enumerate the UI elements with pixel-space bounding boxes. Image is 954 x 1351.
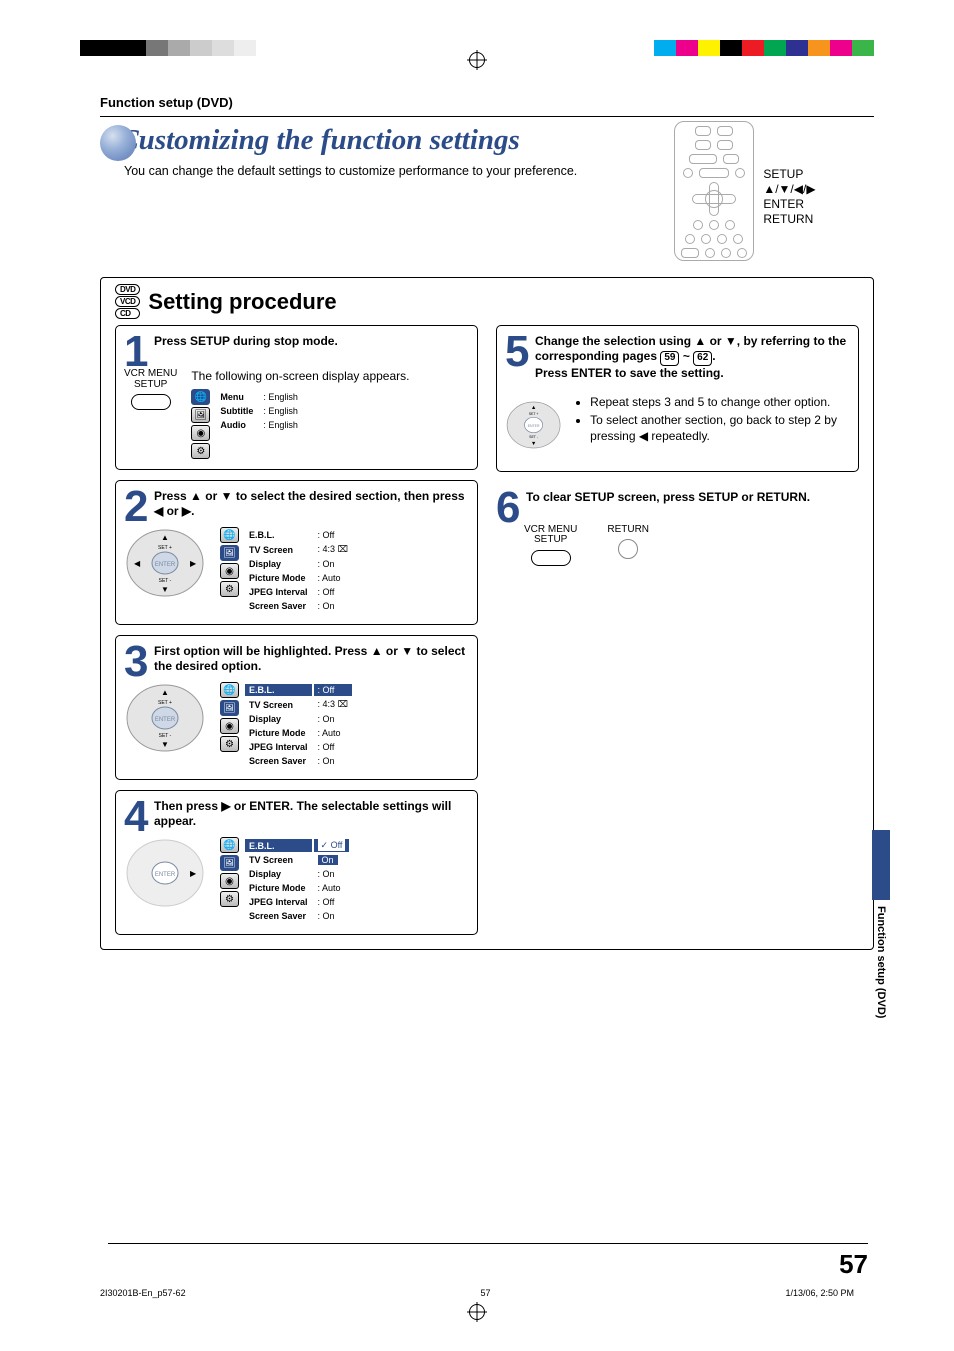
svg-text:SET +: SET + xyxy=(158,545,172,551)
step-6: 6 To clear SETUP screen, press SETUP or … xyxy=(496,482,859,576)
label-arrows: ▲/▼/◀/▶ xyxy=(763,182,815,197)
print-footer: 2I30201B-En_p57-62 57 1/13/06, 2:50 PM xyxy=(100,1288,854,1298)
registration-mark-icon xyxy=(469,1304,485,1320)
label-enter: ENTER xyxy=(763,197,815,212)
dpad-graphic: ENTER ▲ ▼ SET + SET - xyxy=(124,682,206,754)
step-2: 2 Press ▲ or ▼ to select the desired sec… xyxy=(115,480,478,625)
svg-text:ENTER: ENTER xyxy=(528,424,540,428)
remote-illustration xyxy=(674,121,754,261)
page-subtitle: You can change the default settings to c… xyxy=(124,163,644,180)
dpad-graphic: ENTER ▲ ▼ ◀ ▶ SET + SET - xyxy=(124,527,206,599)
audio-icon: ◉ xyxy=(191,425,210,441)
procedure-title: Setting procedure xyxy=(148,289,336,315)
step-number: 4 xyxy=(124,799,145,834)
svg-text:SET +: SET + xyxy=(158,700,172,706)
step-number: 3 xyxy=(124,644,145,679)
svg-text:▶: ▶ xyxy=(190,559,197,568)
svg-text:▲: ▲ xyxy=(531,404,537,410)
step-title: To clear SETUP screen, press SETUP or RE… xyxy=(526,490,849,505)
registration-mark-icon xyxy=(469,52,485,68)
audio-icon: ◉ xyxy=(220,873,239,889)
remote-callout-labels: SETUP ▲/▼/◀/▶ ENTER RETURN xyxy=(763,167,815,227)
svg-text:SET -: SET - xyxy=(159,578,172,584)
svg-text:▼: ▼ xyxy=(161,585,169,594)
label-setup: SETUP xyxy=(763,167,815,182)
picture-icon: 🖼 xyxy=(220,700,239,716)
osd-menu-2: E.B.L.: Off TV Screen: 4:3 Display: On P… xyxy=(243,527,354,614)
step-title: First option will be highlighted. Press … xyxy=(154,644,467,674)
svg-text:ENTER: ENTER xyxy=(155,717,176,723)
audio-icon: ◉ xyxy=(220,563,239,579)
svg-text:▲: ▲ xyxy=(161,533,169,542)
svg-text:SET -: SET - xyxy=(529,435,538,439)
picture-icon: 🖼 xyxy=(191,407,210,423)
step-title: Press SETUP during stop mode. xyxy=(154,334,467,349)
thumb-index-tab: Function setup (DVD) xyxy=(872,830,890,1018)
misc-icon: ⚙ xyxy=(220,891,239,907)
step-number: 6 xyxy=(496,490,517,525)
picture-icon: 🖼 xyxy=(220,545,239,561)
svg-text:SET +: SET + xyxy=(529,412,539,416)
svg-text:▼: ▼ xyxy=(531,441,537,447)
globe-icon: 🌐 xyxy=(220,682,239,698)
audio-icon: ◉ xyxy=(220,718,239,734)
picture-icon: 🖼 xyxy=(220,855,239,871)
step-number: 1 xyxy=(124,334,145,369)
page-content: Function setup (DVD) Customizing the fun… xyxy=(0,70,954,960)
misc-icon: ⚙ xyxy=(220,581,239,597)
svg-text:▼: ▼ xyxy=(161,740,169,749)
procedure-box: DVD VCD CD Setting procedure 1 Press SET… xyxy=(100,277,874,950)
globe-icon: 🌐 xyxy=(220,837,239,853)
disc-type-badges: DVD VCD CD xyxy=(115,284,140,319)
step-3: 3 First option will be highlighted. Pres… xyxy=(115,635,478,780)
color-swatches-left xyxy=(80,40,256,56)
step-5: 5 Change the selection using ▲ or ▼, by … xyxy=(496,325,859,472)
globe-icon: 🌐 xyxy=(191,389,210,405)
globe-icon: 🌐 xyxy=(220,527,239,543)
step-title: Then press ▶ or ENTER. The selectable se… xyxy=(154,799,467,829)
svg-text:▶: ▶ xyxy=(190,869,197,878)
svg-text:ENTER: ENTER xyxy=(155,562,176,568)
misc-icon: ⚙ xyxy=(220,736,239,752)
svg-text:◀: ◀ xyxy=(134,559,141,568)
osd-menu-4: E.B.L.✓ Off TV ScreenOn Display: On Pict… xyxy=(243,837,351,924)
svg-text:SET -: SET - xyxy=(159,733,172,739)
dpad-graphic: ENTER ▲ ▼ SET + SET - xyxy=(505,389,562,461)
misc-icon: ⚙ xyxy=(191,443,210,459)
setup-button-graphic: VCR MENU SETUP xyxy=(124,369,177,410)
osd-menu-1: Menu: English Subtitle: English Audio: E… xyxy=(214,389,304,433)
step-1: 1 Press SETUP during stop mode. VCR MENU… xyxy=(115,325,478,470)
page-title: Customizing the function settings xyxy=(119,124,519,156)
title-sphere-icon xyxy=(100,125,136,161)
step-number: 5 xyxy=(505,334,526,369)
setup-button-graphic: VCR MENU SETUP xyxy=(524,525,577,566)
step-title: Press ▲ or ▼ to select the desired secti… xyxy=(154,489,467,519)
section-header: Function setup (DVD) xyxy=(100,95,874,110)
step-title: Change the selection using ▲ or ▼, by re… xyxy=(535,334,848,381)
step-number: 2 xyxy=(124,489,145,524)
page-number: 57 xyxy=(839,1249,868,1280)
label-return: RETURN xyxy=(763,212,815,227)
print-registration-top xyxy=(0,0,954,70)
step-4: 4 Then press ▶ or ENTER. The selectable … xyxy=(115,790,478,935)
svg-text:ENTER: ENTER xyxy=(155,872,176,878)
step-body-text: The following on-screen display appears. xyxy=(191,369,467,383)
step-5-bullets: Repeat steps 3 and 5 to change other opt… xyxy=(590,395,848,448)
return-button-graphic: RETURN xyxy=(607,525,649,560)
color-swatches-right xyxy=(654,40,874,56)
dpad-graphic: ENTER ▶ xyxy=(124,837,206,909)
osd-menu-3: E.B.L.: Off TV Screen: 4:3 Display: On P… xyxy=(243,682,354,769)
svg-text:▲: ▲ xyxy=(161,688,169,697)
